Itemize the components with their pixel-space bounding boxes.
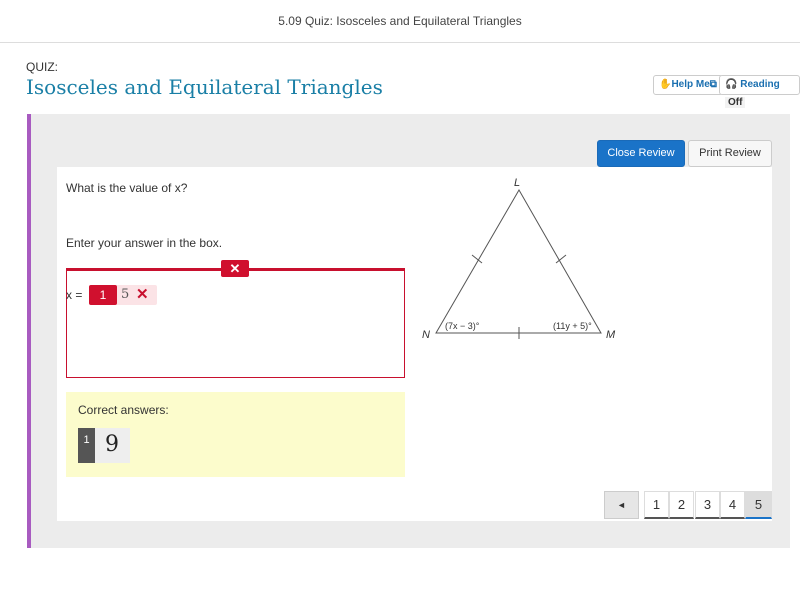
reading-state: Off xyxy=(725,97,746,108)
help-me-label: Help Me xyxy=(671,79,710,90)
previous-page-button[interactable]: ◄ xyxy=(604,491,639,519)
response-chip: 1 5 ✕ xyxy=(89,285,157,305)
angle-N-label: (7x − 3)° xyxy=(445,321,480,331)
print-review-button[interactable]: Print Review xyxy=(688,140,772,167)
page-2[interactable]: 2 xyxy=(669,491,694,519)
variable-label: x = xyxy=(66,288,83,302)
correct-value: 9 xyxy=(105,432,119,457)
triangle-figure: L N M (7x − 3)° (11y + 5)° xyxy=(422,177,616,341)
page-4[interactable]: 4 xyxy=(720,491,745,519)
close-review-button[interactable]: Close Review xyxy=(597,140,685,167)
correct-answers-panel: Correct answers: 1 9 xyxy=(66,392,405,477)
angle-M-label: (11y + 5)° xyxy=(553,321,592,331)
incorrect-badge-icon: ✕ xyxy=(221,260,249,277)
page-title: Isosceles and Equilateral Triangles xyxy=(26,75,383,99)
hand-icon: ✋ xyxy=(659,79,672,90)
instruction: Enter your answer in the box. xyxy=(66,236,223,250)
correct-answer-chip: 1 9 xyxy=(78,428,130,463)
response-value: 5 xyxy=(121,287,130,302)
vertex-M: M xyxy=(606,329,616,341)
page-3[interactable]: 3 xyxy=(695,491,720,519)
help-me-button[interactable]: ✋Help Me⧉ xyxy=(653,75,723,95)
reading-toggle[interactable]: 🎧 Reading Off xyxy=(719,75,800,108)
window-title: 5.09 Quiz: Isosceles and Equilateral Tri… xyxy=(0,0,800,43)
correct-index: 1 xyxy=(78,428,95,463)
response-index: 1 xyxy=(89,285,117,305)
quiz-label: QUIZ: xyxy=(26,60,58,74)
vertex-L: L xyxy=(514,177,520,189)
question-prompt: What is the value of x? xyxy=(66,181,188,195)
wrong-icon: ✕ xyxy=(136,286,149,303)
page-5[interactable]: 5 xyxy=(745,491,772,519)
external-link-icon: ⧉ xyxy=(709,79,717,90)
page-1[interactable]: 1 xyxy=(644,491,669,519)
correct-answers-label: Correct answers: xyxy=(78,403,169,417)
vertex-N: N xyxy=(422,329,430,341)
headphones-icon: 🎧 xyxy=(725,79,738,90)
triangle xyxy=(435,188,602,334)
reading-label: Reading xyxy=(740,79,780,90)
